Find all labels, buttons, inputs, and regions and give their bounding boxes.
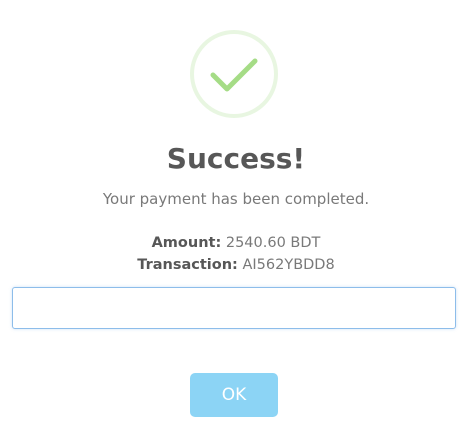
dialog-input[interactable] bbox=[12, 287, 456, 329]
success-check-icon bbox=[190, 30, 278, 118]
transaction-label: Transaction: bbox=[137, 257, 238, 273]
success-dialog: Success! Your payment has been completed… bbox=[0, 0, 472, 434]
amount-row: Amount: 2540.60 BDT bbox=[0, 232, 472, 254]
dialog-message: Your payment has been completed. bbox=[102, 190, 370, 208]
amount-value: 2540.60 BDT bbox=[225, 235, 321, 251]
amount-label: Amount: bbox=[151, 235, 222, 251]
payment-details: Amount: 2540.60 BDT Transaction: AI562YB… bbox=[0, 232, 472, 276]
transaction-row: Transaction: AI562YBDD8 bbox=[0, 254, 472, 276]
ok-button[interactable]: OK bbox=[190, 373, 278, 417]
checkmark-graphic bbox=[210, 58, 258, 92]
transaction-value: AI562YBDD8 bbox=[242, 257, 335, 273]
dialog-title: Success! bbox=[166, 142, 306, 175]
